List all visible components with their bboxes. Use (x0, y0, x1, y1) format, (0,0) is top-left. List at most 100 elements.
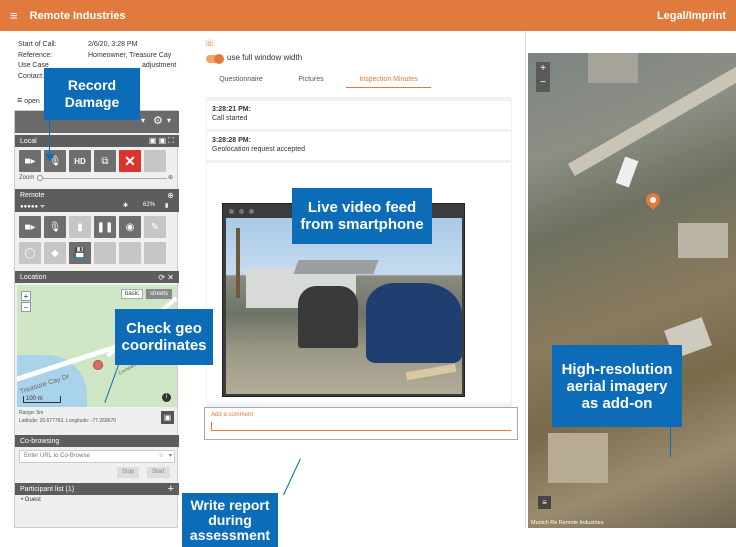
covered-object (298, 286, 358, 348)
bluetooth-icon: ✱ (123, 203, 129, 209)
hd-label: HD (74, 156, 86, 166)
zoom-out-button[interactable]: − (536, 76, 550, 90)
hd-button[interactable]: HD (69, 150, 91, 172)
screen-share-button[interactable]: ⧉ (94, 150, 116, 172)
pencil-icon: ✎ (150, 221, 160, 233)
remote-section-header: Remote ⊕ (15, 189, 179, 201)
local-title: Local (20, 137, 37, 145)
remote-button-row-1: ■▸ 🎙 ▮ ❚❚ ◉ ✎ (19, 216, 166, 238)
callout-leader (670, 427, 671, 457)
camera-icon: ■▸ (24, 155, 36, 167)
list-item: 3:28:28 PM: Geolocation request accepted (207, 132, 511, 160)
zoom-in-icon: ⊕ (168, 175, 174, 181)
remote-camera-button[interactable]: ■▸ (19, 216, 41, 238)
palm-tree (236, 228, 240, 298)
zoom-out-button[interactable]: − (21, 302, 31, 312)
local-section-header: Local ▣ ▣ ⛶ (15, 135, 179, 147)
flashlight-button[interactable]: ▮ (69, 216, 91, 238)
dot-icon (229, 209, 234, 214)
chevron-down-icon[interactable]: ▾ (169, 452, 172, 459)
full-window-toggle[interactable] (206, 54, 224, 64)
local-button-row: ■▸ 🎙 HD ⧉ ✕ (19, 150, 166, 172)
lasso-button[interactable]: ◯ (19, 242, 41, 264)
location-coordinates: Latitude: 26.677763, Longitude: -77.2696… (19, 418, 117, 424)
crosshair-icon[interactable]: ⊕ (167, 191, 174, 200)
save-location-button[interactable]: ▣ (161, 411, 174, 424)
location-marker (93, 360, 103, 370)
entry-text: Geolocation request accepted (212, 146, 306, 153)
location-section-header: Location ⟳ ✕ (15, 271, 179, 283)
callout-live-video: Live video feed from smartphone (292, 188, 432, 244)
zoom-in-button[interactable]: + (21, 291, 31, 301)
stop-cobrowse-button[interactable]: Stop (117, 467, 140, 478)
lasso-icon: ◯ (24, 247, 36, 259)
cobrowse-url-input[interactable]: Enter URL to Co-Browse ☆ ▾ (19, 450, 175, 463)
zoom-in-button[interactable]: + (536, 62, 550, 76)
photo-camera-icon: ◉ (125, 221, 135, 233)
tab-pictures[interactable]: Pictures (276, 73, 346, 88)
tab-inspection-minutes[interactable]: Inspection Minutes (346, 73, 431, 88)
tab-bar: Questionnaire Pictures Inspection Minute… (206, 73, 431, 88)
full-window-label: use full window width (227, 53, 303, 62)
window-controls-icon[interactable]: ▣ ▣ ⛶ (149, 136, 174, 146)
entry-time: 3:28:21 PM: (212, 106, 251, 113)
chevron-down-icon[interactable]: ▾ (141, 116, 145, 125)
remote-microphone-button[interactable]: 🎙 (44, 216, 66, 238)
app-title: Remote Industries (29, 9, 126, 22)
add-participant-icon[interactable]: + (168, 483, 174, 495)
call-info-row: Reference: Homeowner, Treasure Cay (18, 51, 188, 62)
building (588, 53, 638, 83)
cobrowsing-title: Co-browsing (20, 437, 60, 445)
remote-status-bar: ●●●●● ᯤ ✱ 62% ▮ (15, 201, 179, 212)
call-info-value: adjustment (142, 62, 177, 69)
flashlight-icon: ▮ (77, 221, 83, 233)
gear-icon[interactable]: ⚙ (153, 114, 163, 127)
participants-section-header: Participant list (1) + (15, 483, 179, 495)
call-info-label: Start of Call: (18, 41, 57, 48)
save-button[interactable]: 💾 (69, 242, 91, 264)
signal-indicator: ●●●●● ᯤ (20, 204, 46, 210)
building (548, 433, 608, 483)
location-title: Location (20, 273, 47, 281)
entry-time: 3:28:28 PM: (212, 137, 251, 144)
camera-button[interactable]: ■▸ (19, 150, 41, 172)
tab-questionnaire[interactable]: Questionnaire (206, 73, 276, 88)
arrow-icon (45, 154, 55, 161)
comment-input[interactable]: Add a comment (204, 407, 518, 440)
start-cobrowse-button[interactable]: Start (147, 467, 170, 478)
blue-tarp (366, 283, 462, 363)
open-toggle[interactable]: ≡ open (17, 95, 40, 105)
callout-record-damage: Record Damage (44, 68, 140, 120)
entry-text: Call started (212, 115, 248, 122)
aerial-map[interactable]: + − ≡ Munich Re Remote Industries (528, 53, 736, 528)
stop-button[interactable]: ✕ (119, 150, 141, 172)
participant-name: Guest (24, 497, 41, 503)
camera-icon: ■▸ (24, 221, 36, 233)
map-mode-basic[interactable]: basic (121, 289, 144, 299)
disabled-button (144, 242, 166, 264)
remote-title: Remote (20, 191, 45, 199)
draw-button[interactable]: ✎ (144, 216, 166, 238)
map-scale: 100 m (23, 396, 61, 403)
snapshot-button[interactable]: ◉ (119, 216, 141, 238)
refresh-close-icon[interactable]: ⟳ ✕ (158, 273, 174, 282)
chevron-down-icon[interactable]: ▾ (167, 116, 171, 125)
menu-icon[interactable]: ≡ (10, 8, 18, 23)
legal-imprint-link[interactable]: Legal/Imprint (657, 10, 726, 22)
text-caret (211, 422, 212, 430)
map-mode-streets[interactable]: streets (146, 289, 173, 299)
aerial-zoom-control[interactable]: + − (536, 62, 550, 92)
info-icon[interactable]: i (162, 393, 171, 402)
eraser-button[interactable]: ◆ (44, 242, 66, 264)
zoom-label: Zoom (19, 175, 35, 181)
layers-icon[interactable]: ≡ (538, 496, 551, 509)
disabled-button (119, 242, 141, 264)
window-controls[interactable] (229, 209, 254, 214)
dot-icon (249, 209, 254, 214)
callout-aerial-imagery: High-resolution aerial imagery as add-on (552, 345, 682, 427)
top-app-bar: ≡ Remote Industries Legal/Imprint (0, 0, 736, 31)
star-icon[interactable]: ☆ (159, 452, 164, 459)
list-item: • Guest (21, 497, 41, 503)
zoom-slider[interactable]: Zoom ⊕ (19, 175, 175, 183)
pause-button[interactable]: ❚❚ (94, 216, 116, 238)
